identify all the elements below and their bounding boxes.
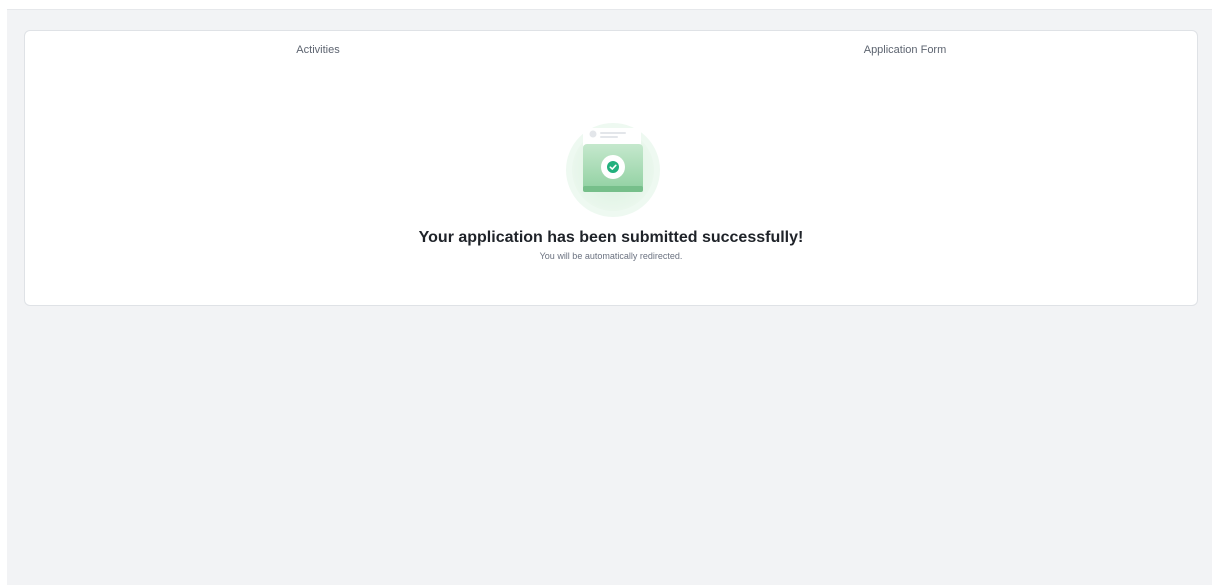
application-card: Activities Application Form Your applica… — [24, 30, 1198, 306]
tab-activities[interactable]: Activities — [296, 44, 339, 56]
tab-application-form[interactable]: Application Form — [864, 44, 947, 56]
submitted-folder-check-icon — [564, 123, 662, 217]
success-subtitle: You will be automatically redirected. — [539, 251, 683, 261]
app-background: Activities Application Form Your applica… — [7, 9, 1212, 585]
success-title: Your application has been submitted succ… — [418, 229, 804, 246]
tab-bar: Activities Application Form — [25, 31, 1197, 71]
